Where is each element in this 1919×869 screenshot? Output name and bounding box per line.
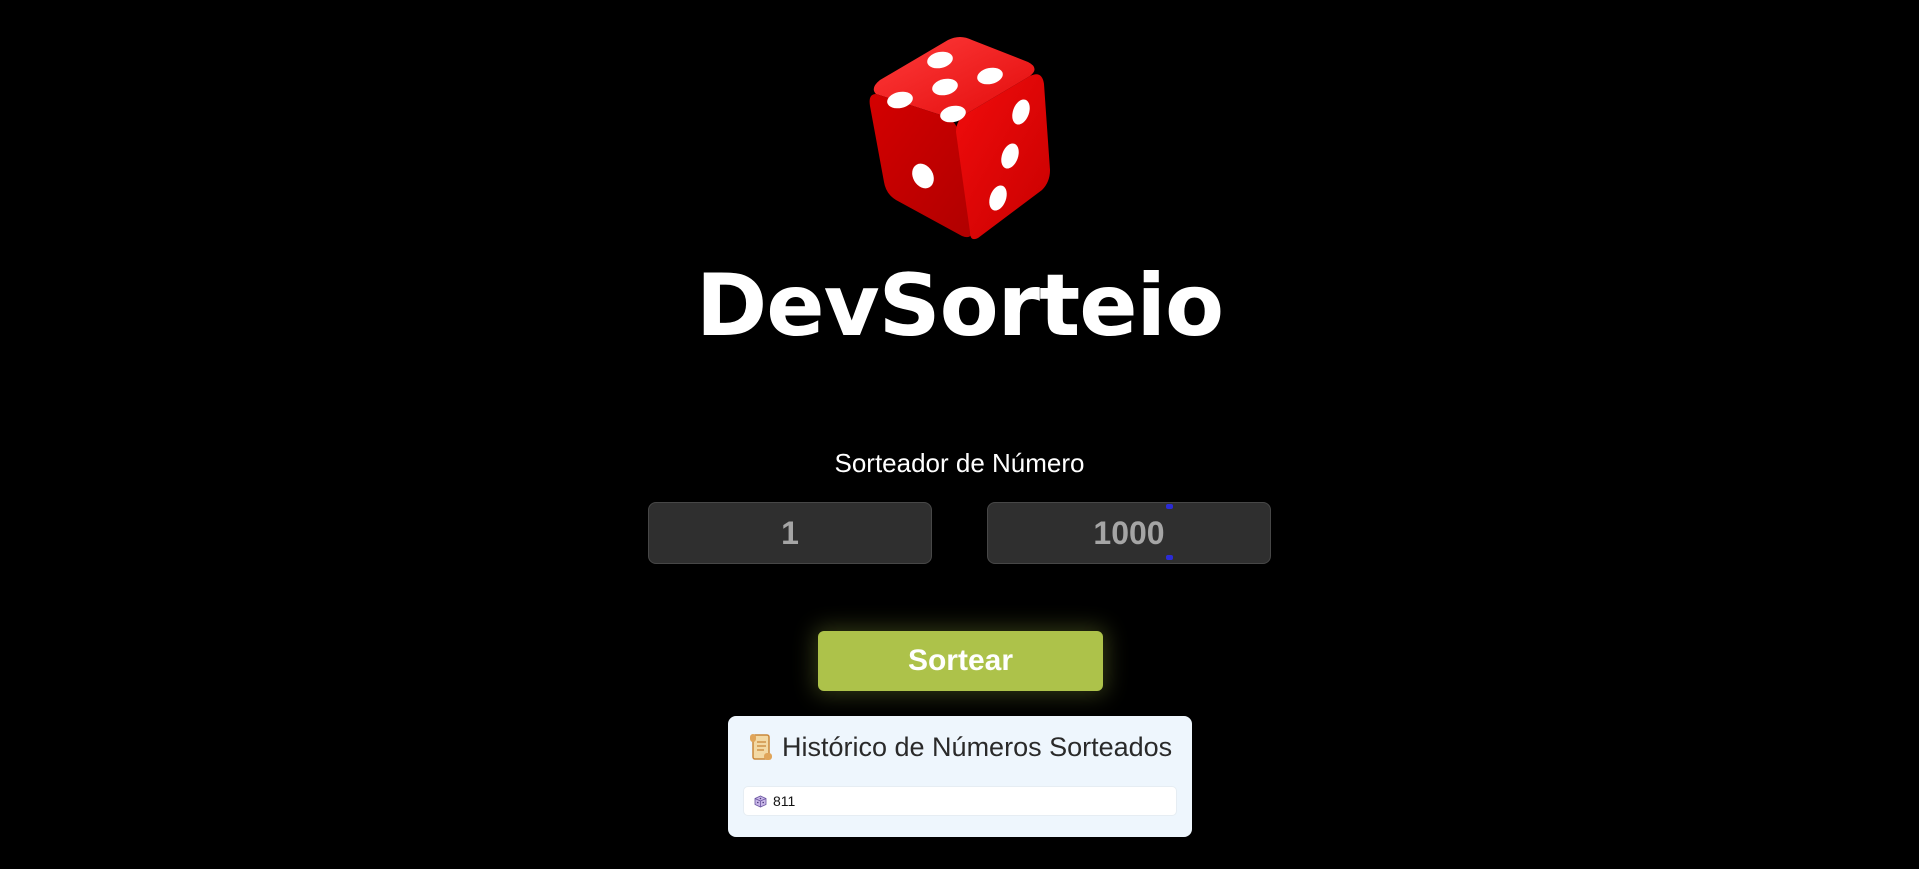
- selection-handle-bottom: [1166, 555, 1173, 560]
- max-number-input[interactable]: [987, 502, 1271, 564]
- history-title: Histórico de Números Sorteados: [746, 730, 1172, 764]
- history-item: 811: [743, 786, 1177, 816]
- section-label: Sorteador de Número: [834, 448, 1085, 478]
- app-title: DevSorteio: [695, 256, 1224, 356]
- min-number-input[interactable]: [648, 502, 932, 564]
- selection-handle-top: [1166, 504, 1173, 509]
- history-title-text: Histórico de Números Sorteados: [782, 732, 1173, 762]
- history-list: 811: [743, 786, 1177, 816]
- history-panel: Histórico de Números Sorteados 811: [728, 716, 1192, 837]
- history-item-value: 811: [773, 793, 796, 809]
- red-dice-icon: [869, 37, 1050, 240]
- scroll-icon: [750, 734, 772, 760]
- page: DevSorteio Sorteador de Número Sortear H…: [0, 0, 1919, 869]
- draw-button[interactable]: Sortear: [818, 631, 1103, 691]
- dice-icon: [754, 795, 767, 807]
